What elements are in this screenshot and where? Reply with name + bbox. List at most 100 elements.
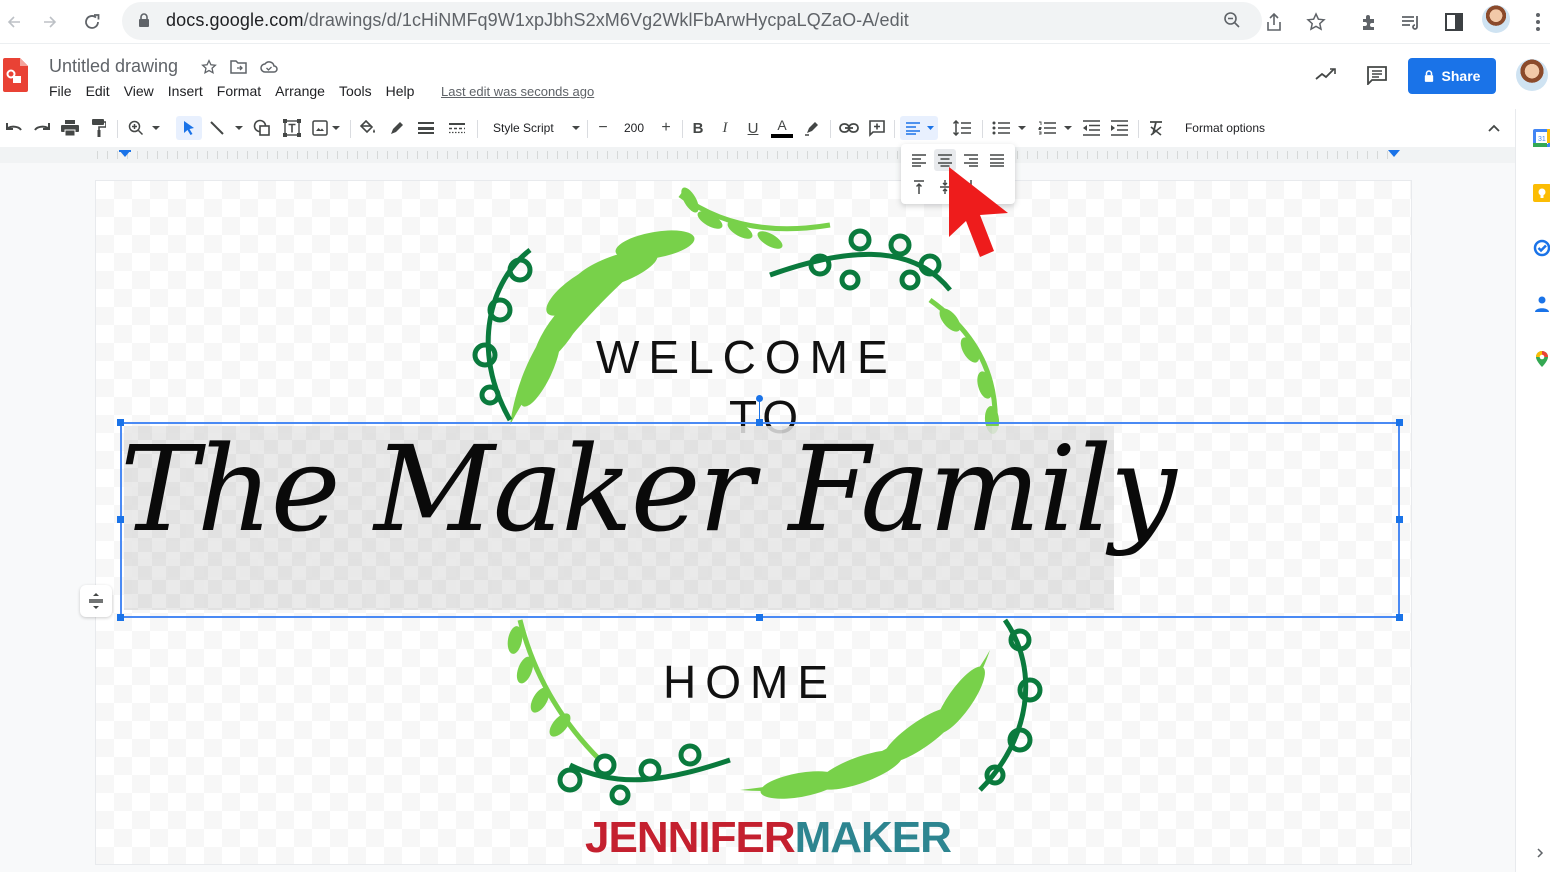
right-indent-marker[interactable] bbox=[1388, 150, 1400, 157]
decrease-font-size-button[interactable]: − bbox=[593, 116, 613, 140]
toolbar-divider bbox=[894, 120, 895, 138]
font-size-input[interactable]: 200 bbox=[616, 116, 652, 140]
text-box-selection[interactable] bbox=[120, 422, 1400, 618]
zoom-icon[interactable] bbox=[1218, 6, 1246, 34]
bold-icon[interactable]: B bbox=[688, 116, 708, 140]
welcome-text[interactable]: WELCOME bbox=[596, 330, 897, 384]
resize-handle-bottom[interactable] bbox=[756, 614, 763, 621]
extensions-icon[interactable] bbox=[1355, 8, 1383, 36]
align-button[interactable] bbox=[900, 116, 938, 140]
border-dash-icon[interactable] bbox=[447, 116, 467, 140]
calendar-icon[interactable]: 31 bbox=[1533, 129, 1550, 147]
bookmark-star-icon[interactable] bbox=[1302, 8, 1330, 36]
underline-icon[interactable]: U bbox=[743, 116, 763, 140]
horizontal-ruler[interactable] bbox=[0, 147, 1515, 163]
text-color-icon[interactable]: A bbox=[770, 116, 794, 140]
redo-icon[interactable] bbox=[32, 116, 52, 140]
contacts-icon[interactable] bbox=[1533, 295, 1550, 313]
bulleted-list-icon[interactable] bbox=[990, 116, 1012, 140]
insert-link-icon[interactable] bbox=[838, 116, 860, 140]
font-family-select[interactable]: Style Script bbox=[486, 116, 582, 140]
border-color-icon[interactable] bbox=[387, 116, 407, 140]
side-panel-icon[interactable] bbox=[1440, 8, 1468, 36]
side-panel: 31 bbox=[1515, 109, 1550, 872]
clear-formatting-icon[interactable] bbox=[1145, 116, 1167, 140]
chevron-down-icon[interactable] bbox=[1016, 116, 1028, 140]
chevron-down-icon[interactable] bbox=[150, 116, 162, 140]
increase-font-size-button[interactable]: + bbox=[656, 116, 676, 140]
decrease-indent-icon[interactable] bbox=[1080, 116, 1102, 140]
highlight-color-icon[interactable] bbox=[802, 116, 822, 140]
numbered-list-icon[interactable] bbox=[1036, 116, 1058, 140]
border-weight-icon[interactable] bbox=[416, 116, 436, 140]
chevron-down-icon[interactable] bbox=[233, 116, 245, 140]
add-comment-icon[interactable] bbox=[866, 116, 888, 140]
drawings-logo-icon[interactable] bbox=[3, 58, 28, 92]
format-options-button[interactable]: Format options bbox=[1178, 116, 1272, 140]
menu-tools[interactable]: Tools bbox=[339, 83, 372, 99]
more-menu-icon[interactable] bbox=[1524, 8, 1550, 36]
activity-trend-icon[interactable] bbox=[1314, 65, 1338, 88]
select-tool-icon[interactable] bbox=[176, 116, 202, 140]
first-line-indent-marker[interactable] bbox=[119, 150, 131, 152]
menu-format[interactable]: Format bbox=[217, 83, 261, 99]
cloud-saved-icon[interactable] bbox=[259, 57, 279, 77]
chevron-down-icon[interactable] bbox=[330, 116, 342, 140]
share-button[interactable]: Share bbox=[1408, 58, 1496, 94]
menu-file[interactable]: File bbox=[49, 83, 72, 99]
print-icon[interactable] bbox=[60, 116, 80, 140]
maps-icon[interactable] bbox=[1533, 350, 1550, 368]
comments-icon[interactable] bbox=[1366, 65, 1388, 90]
paint-format-icon[interactable] bbox=[89, 116, 109, 140]
browser-toolbar: docs.google.com/drawings/d/1cHiNMFq9W1xp… bbox=[0, 0, 1550, 44]
menu-arrange[interactable]: Arrange bbox=[275, 83, 325, 99]
account-avatar[interactable] bbox=[1516, 59, 1548, 91]
forward-arrow-icon[interactable] bbox=[36, 8, 64, 36]
url-text[interactable]: docs.google.com/drawings/d/1cHiNMFq9W1xp… bbox=[166, 10, 909, 31]
chevron-down-icon[interactable] bbox=[1062, 116, 1074, 140]
align-top-option[interactable] bbox=[908, 176, 930, 198]
vertical-align-handle[interactable] bbox=[80, 585, 112, 617]
rotate-handle[interactable] bbox=[756, 395, 763, 402]
expand-panel-chevron-icon[interactable] bbox=[1536, 847, 1544, 859]
resize-handle-right[interactable] bbox=[1396, 516, 1403, 523]
keep-icon[interactable] bbox=[1533, 184, 1550, 202]
collapse-toolbar-icon[interactable] bbox=[1484, 116, 1504, 140]
text-box-tool-icon[interactable] bbox=[281, 116, 303, 140]
move-to-folder-icon[interactable] bbox=[228, 57, 248, 77]
resize-handle-top-right[interactable] bbox=[1396, 419, 1403, 426]
zoom-tool-icon[interactable] bbox=[126, 116, 146, 140]
menu-insert[interactable]: Insert bbox=[168, 83, 203, 99]
shape-tool-icon[interactable] bbox=[252, 116, 272, 140]
resize-handle-bottom-right[interactable] bbox=[1396, 614, 1403, 621]
fill-color-icon[interactable] bbox=[358, 116, 378, 140]
menu-view[interactable]: View bbox=[124, 83, 154, 99]
star-icon[interactable] bbox=[199, 57, 219, 77]
toolbar-divider bbox=[587, 120, 588, 138]
increase-indent-icon[interactable] bbox=[1108, 116, 1130, 140]
back-arrow-icon[interactable] bbox=[0, 8, 28, 36]
align-left-option[interactable] bbox=[908, 149, 930, 171]
media-queue-icon[interactable] bbox=[1397, 8, 1425, 36]
document-title[interactable]: Untitled drawing bbox=[49, 56, 178, 77]
image-tool-icon[interactable] bbox=[310, 116, 330, 140]
reload-icon[interactable] bbox=[78, 8, 106, 36]
resize-handle-top[interactable] bbox=[756, 419, 763, 426]
line-tool-icon[interactable] bbox=[207, 116, 227, 140]
italic-icon[interactable]: I bbox=[715, 116, 735, 140]
share-page-icon[interactable] bbox=[1260, 8, 1288, 36]
menu-help[interactable]: Help bbox=[386, 83, 415, 99]
lock-icon bbox=[1424, 70, 1433, 82]
tasks-icon[interactable] bbox=[1533, 239, 1550, 257]
resize-handle-bottom-left[interactable] bbox=[117, 614, 124, 621]
line-spacing-icon[interactable] bbox=[951, 116, 973, 140]
address-bar[interactable]: docs.google.com/drawings/d/1cHiNMFq9W1xp… bbox=[122, 2, 1262, 40]
resize-handle-top-left[interactable] bbox=[117, 419, 124, 426]
home-text[interactable]: HOME bbox=[663, 655, 837, 709]
last-edit-link[interactable]: Last edit was seconds ago bbox=[441, 84, 594, 99]
lock-icon[interactable] bbox=[138, 13, 150, 27]
profile-avatar[interactable] bbox=[1482, 5, 1510, 33]
undo-icon[interactable] bbox=[4, 116, 24, 140]
resize-handle-left[interactable] bbox=[117, 516, 124, 523]
menu-edit[interactable]: Edit bbox=[86, 83, 110, 99]
